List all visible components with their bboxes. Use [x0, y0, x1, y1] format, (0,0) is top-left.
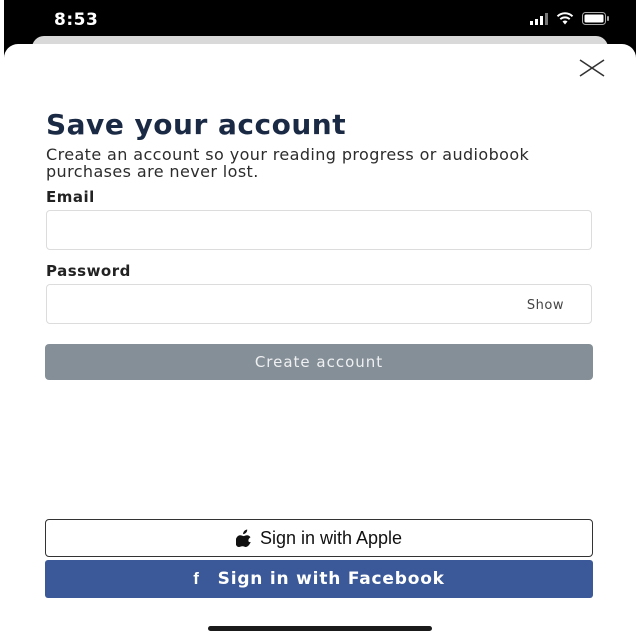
facebook-icon: f: [193, 569, 200, 588]
wifi-icon: [556, 12, 574, 25]
sign-in-facebook-label: Sign in with Facebook: [217, 569, 445, 589]
battery-icon: [582, 12, 609, 25]
email-field[interactable]: [46, 210, 592, 250]
sign-in-apple-button[interactable]: Sign in with Apple: [45, 519, 593, 557]
page-subtitle: Create an account so your reading progre…: [46, 145, 530, 181]
home-indicator: [208, 626, 432, 631]
close-button[interactable]: [578, 56, 606, 80]
show-password-toggle[interactable]: Show: [527, 298, 564, 313]
status-icons: [530, 12, 610, 25]
status-bar: 8:53: [4, 0, 636, 40]
password-field[interactable]: [46, 284, 592, 324]
create-account-button[interactable]: Create account: [45, 344, 593, 380]
sign-in-apple-label: Sign in with Apple: [259, 527, 403, 548]
phone-screen: 8:53 Save your account Create an account…: [4, 0, 636, 640]
page-title: Save your account: [46, 108, 347, 141]
sign-in-facebook-button[interactable]: f Sign in with Facebook: [45, 560, 593, 598]
signal-icon: [530, 12, 548, 25]
status-time: 8:53: [54, 10, 99, 30]
password-label: Password: [46, 262, 131, 280]
apple-icon: [235, 529, 251, 547]
email-label: Email: [46, 188, 95, 206]
save-account-sheet: Save your account Create an account so y…: [4, 44, 636, 640]
close-icon: [579, 59, 605, 77]
